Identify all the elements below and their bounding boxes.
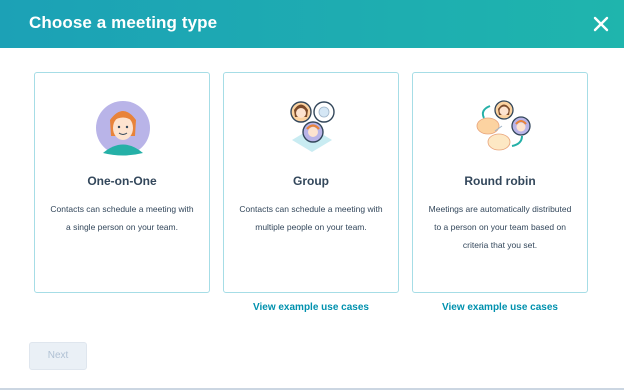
next-button[interactable]: Next (29, 342, 87, 370)
card-description: Meetings are automatically distributed t… (428, 204, 572, 250)
card-round-robin[interactable]: Round robin Meetings are automatically d… (412, 72, 588, 293)
card-title: Round robin (464, 174, 536, 188)
card-group[interactable]: Group Contacts can schedule a meeting wi… (223, 72, 399, 293)
group-examples-link[interactable]: View example use cases (223, 302, 399, 313)
round-robin-examples-link[interactable]: View example use cases (412, 302, 588, 313)
dialog-title: Choose a meeting type (29, 13, 218, 32)
card-description: Contacts can schedule a meeting with a s… (50, 204, 194, 232)
close-icon[interactable] (590, 13, 612, 35)
card-title: Group (293, 174, 329, 188)
dialog-header: Choose a meeting type (0, 0, 624, 48)
single-person-icon (96, 101, 150, 156)
group-people-icon (290, 101, 335, 152)
card-one-on-one[interactable]: One-on-One Contacts can schedule a meeti… (34, 72, 210, 293)
round-robin-icon (476, 100, 531, 151)
card-title: One-on-One (87, 174, 157, 188)
card-description: Contacts can schedule a meeting with mul… (239, 204, 383, 232)
